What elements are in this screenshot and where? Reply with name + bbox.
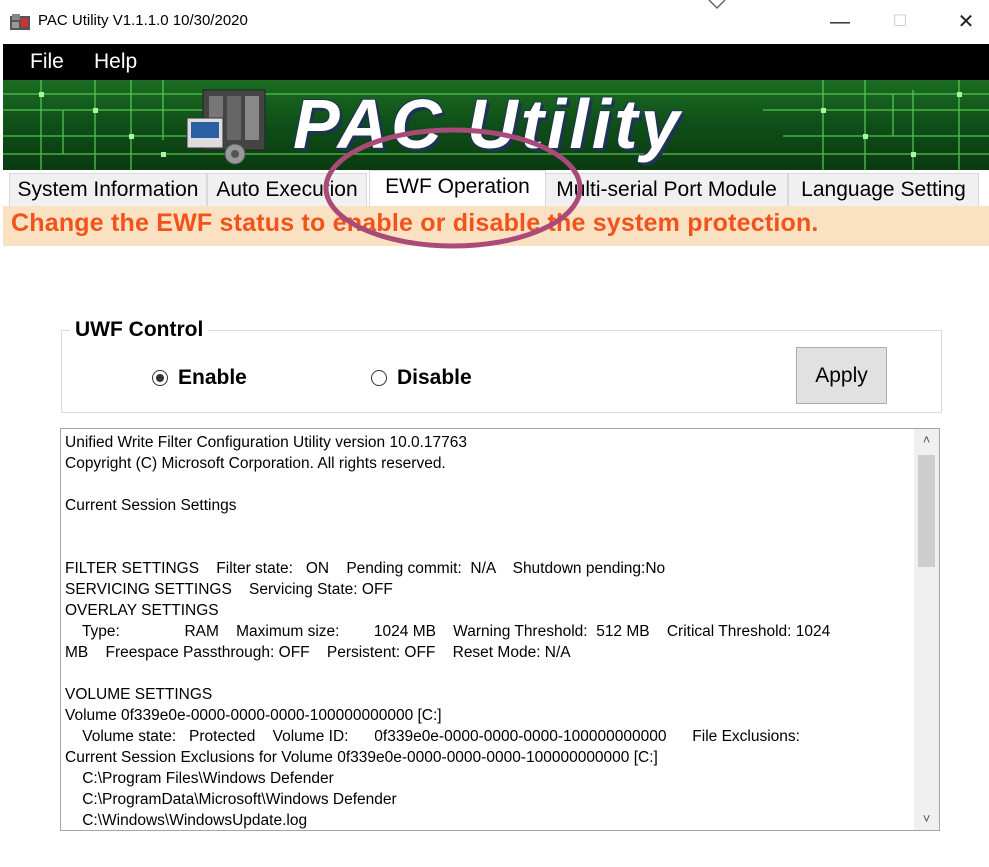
disable-radio[interactable]: Disable bbox=[371, 365, 472, 391]
tab-multi-serial-port-module[interactable]: Multi-serial Port Module bbox=[545, 173, 788, 206]
menu-help[interactable]: Help bbox=[94, 50, 137, 74]
instruction-text: Change the EWF status to enable or disab… bbox=[11, 209, 819, 237]
output-line: FILTER SETTINGS Filter state: ON Pending… bbox=[65, 560, 666, 577]
menu-bar: File Help bbox=[3, 44, 989, 80]
output-line: Copyright (C) Microsoft Corporation. All… bbox=[65, 455, 446, 472]
enable-radio-label: Enable bbox=[178, 366, 247, 389]
output-line: Volume state: Protected Volume ID: 0f339… bbox=[65, 728, 800, 745]
enable-radio-indicator[interactable] bbox=[152, 370, 168, 386]
instruction-banner: Change the EWF status to enable or disab… bbox=[3, 206, 989, 246]
output-line: SERVICING SETTINGS Servicing State: OFF bbox=[65, 581, 393, 598]
uwf-output-textbox[interactable]: Unified Write Filter Configuration Utili… bbox=[60, 428, 940, 831]
output-line: Volume 0f339e0e-0000-0000-0000-100000000… bbox=[65, 707, 442, 724]
close-button[interactable]: ✕ bbox=[946, 8, 986, 36]
scroll-down-icon[interactable]: ˅ bbox=[914, 808, 939, 830]
output-line: OVERLAY SETTINGS bbox=[65, 602, 219, 619]
header-banner: PAC Utility bbox=[3, 80, 989, 170]
output-line: C:\Windows\WindowsUpdate.log bbox=[65, 812, 308, 829]
output-line: C:\ProgramData\Microsoft\Windows Defende… bbox=[65, 791, 397, 808]
output-lines: Unified Write Filter Configuration Utili… bbox=[65, 432, 910, 830]
tab-ewf-operation[interactable]: EWF Operation bbox=[369, 170, 546, 206]
menu-file[interactable]: File bbox=[30, 50, 64, 74]
app-icon bbox=[10, 14, 30, 30]
tab-language-setting[interactable]: Language Setting bbox=[788, 173, 979, 206]
apply-button[interactable]: Apply bbox=[796, 347, 887, 404]
output-line: Current Session Exclusions for Volume 0f… bbox=[65, 749, 658, 766]
pac-device-icon bbox=[186, 89, 266, 165]
output-line: C:\Program Files\Windows Defender bbox=[65, 770, 334, 787]
output-line: VOLUME SETTINGS bbox=[65, 686, 213, 703]
disable-radio-indicator[interactable] bbox=[371, 370, 387, 386]
tab-system-information[interactable]: System Information bbox=[9, 173, 207, 206]
tab-strip: System Information Auto Execution Multi-… bbox=[0, 170, 989, 206]
scrollbar-thumb[interactable] bbox=[918, 455, 935, 567]
radio-selected-dot bbox=[156, 374, 164, 382]
vertical-scrollbar[interactable]: ˄ ˅ bbox=[914, 429, 939, 830]
enable-radio[interactable]: Enable bbox=[152, 365, 247, 391]
banner-title: PAC Utility bbox=[293, 85, 683, 163]
tab-auto-execution[interactable]: Auto Execution bbox=[207, 173, 367, 206]
window-title: PAC Utility V1.1.1.0 10/30/2020 bbox=[38, 12, 248, 29]
scroll-up-icon[interactable]: ˄ bbox=[914, 429, 939, 451]
disable-radio-label: Disable bbox=[397, 366, 472, 389]
output-line: Current Session Settings bbox=[65, 497, 237, 514]
title-bar: PAC Utility V1.1.1.0 10/30/2020 — ☐ ✕ bbox=[0, 0, 989, 44]
mouse-cursor-icon bbox=[708, 0, 726, 10]
output-line: MB Freespace Passthrough: OFF Persistent… bbox=[65, 644, 571, 661]
maximize-button[interactable]: ☐ bbox=[880, 8, 920, 36]
output-line: Unified Write Filter Configuration Utili… bbox=[65, 434, 468, 451]
output-line: Type: RAM Maximum size: 1024 MB Warning … bbox=[65, 623, 831, 640]
minimize-button[interactable]: — bbox=[820, 8, 860, 36]
uwf-control-legend: UWF Control bbox=[70, 318, 209, 342]
